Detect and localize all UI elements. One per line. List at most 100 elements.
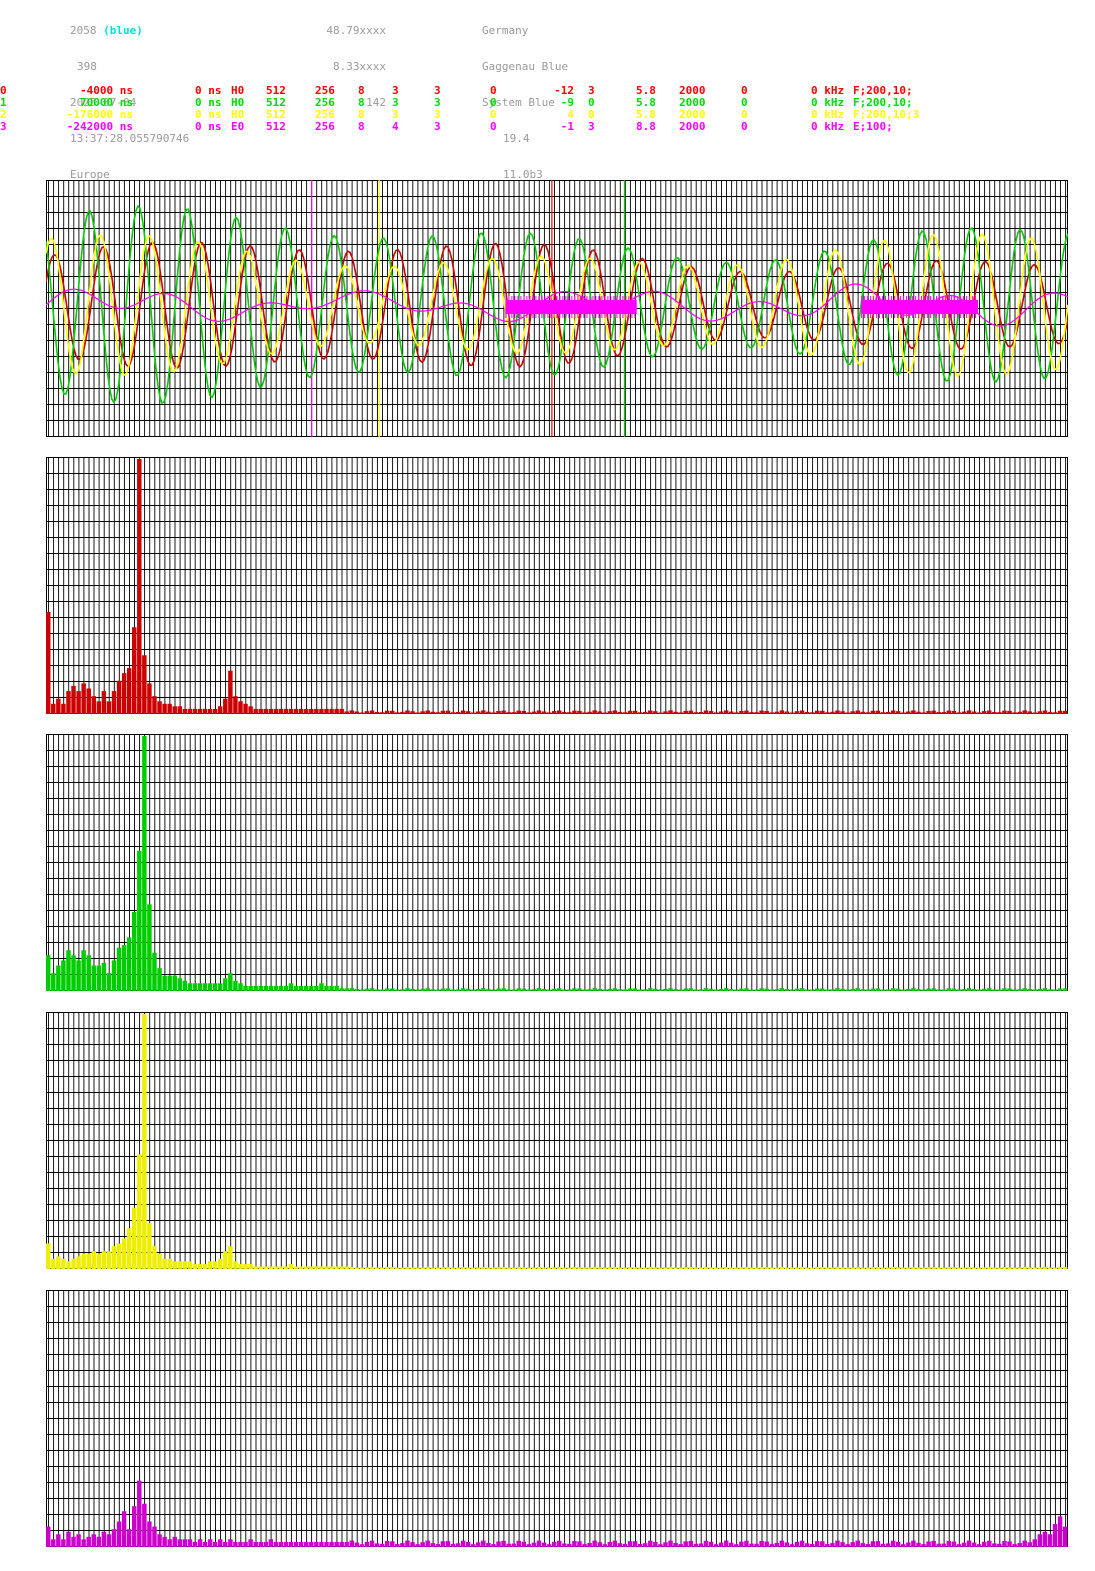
spectrum-bar	[744, 988, 749, 991]
spectrum-bar	[476, 711, 481, 714]
spectrum-bar	[197, 983, 203, 991]
spectrum-bar	[96, 965, 102, 991]
spectrum-bar	[643, 1267, 648, 1269]
spectrum-bar	[648, 710, 653, 714]
spectrum-bar	[66, 1531, 71, 1547]
spectrum-bar	[835, 710, 840, 714]
spectrum-bar	[46, 612, 51, 714]
spectrum-bar	[683, 710, 688, 714]
spectrum-bar	[51, 703, 56, 714]
spectrum-bar	[1062, 710, 1068, 714]
spectrum-bar	[314, 708, 319, 714]
spectrum-bar	[617, 1267, 623, 1269]
spectrum-bar	[56, 1256, 61, 1269]
spectrum-bar	[66, 950, 71, 991]
spectrum-bar	[921, 989, 926, 991]
spectrum-bar	[293, 1266, 299, 1269]
spectrum-bar	[121, 1238, 127, 1269]
spectrum-bar	[987, 1266, 992, 1269]
spectrum-bar	[865, 712, 871, 714]
spectrum-bar	[895, 1267, 901, 1269]
spectrum-bar	[961, 1267, 967, 1269]
spectrum-bar	[1042, 1266, 1048, 1269]
spectrum-bar	[476, 1267, 481, 1269]
spectrum-bar	[51, 973, 56, 991]
spectrum-bar	[455, 1543, 461, 1547]
spectrum-bar	[946, 1267, 952, 1269]
spectrum-bar	[268, 1539, 274, 1547]
spectrum-bar	[516, 1266, 521, 1269]
spectrum-bar	[415, 1544, 420, 1547]
spectrum-bar	[425, 710, 430, 714]
spectrum-bar	[1057, 1516, 1063, 1547]
spectrum-bar	[956, 989, 962, 991]
spectrum-bar	[683, 1541, 688, 1547]
spectrum-bar	[1047, 989, 1053, 991]
spectrum-bar	[496, 1267, 501, 1269]
spectrum-bar	[729, 989, 734, 991]
spectrum-bar	[840, 1267, 845, 1269]
spectrum-bar	[192, 1541, 198, 1547]
spectrum-bar	[1022, 710, 1027, 714]
spectrum-bar	[491, 1544, 496, 1547]
spectrum-bar	[536, 710, 542, 714]
spectrum-bar	[390, 710, 395, 714]
spectrum-bar	[708, 988, 714, 991]
spectrum-bar	[890, 988, 896, 991]
spectrum-bar	[288, 983, 294, 991]
spectrum-bar	[956, 712, 962, 714]
spectrum-bar	[683, 988, 688, 991]
spectrum-bar	[643, 1543, 648, 1547]
spectrum-bar	[218, 706, 223, 714]
spectrum-bar	[880, 712, 886, 714]
gridlines	[46, 1012, 1068, 1269]
spectrum-bar	[992, 712, 997, 714]
spectrum-bar	[531, 989, 537, 991]
spectrum-bar	[870, 710, 876, 714]
spectrum-bar	[233, 1261, 238, 1269]
spectrum-bar	[602, 712, 607, 714]
spectrum-bar	[192, 983, 198, 991]
spectrum-bar	[1027, 1542, 1032, 1547]
spectrum-bar	[1027, 711, 1032, 714]
spectrum-bar	[769, 712, 774, 714]
spectrum-bar	[511, 1267, 516, 1269]
spectrum-bar	[344, 988, 349, 991]
spectrum-bar	[820, 710, 825, 714]
spectrum-bar	[683, 1267, 688, 1269]
spectrum-bar	[663, 1267, 668, 1269]
spectrum-bar	[997, 1267, 1002, 1269]
spectrum-bar	[815, 1267, 820, 1269]
spectrum-bar	[61, 703, 66, 714]
spectrum-bar	[799, 1266, 805, 1269]
spectrum-bar	[182, 980, 188, 991]
spectrum-bar	[435, 712, 441, 714]
spectrum-bar	[491, 1267, 496, 1269]
spectrum-bar	[187, 983, 193, 991]
spectrum-bar	[177, 978, 182, 991]
spectrum-bar	[612, 988, 618, 991]
spectrum-bar	[233, 1541, 238, 1547]
spectrum-bar	[202, 1263, 208, 1269]
spectrum-bar	[713, 989, 719, 991]
spectrum-bar	[177, 706, 182, 714]
spectrum-bar	[804, 1267, 810, 1269]
spectrum-bar	[567, 1267, 572, 1269]
spectrum-bar	[298, 708, 304, 714]
spectrum-bar	[501, 988, 506, 991]
spectrum-bar	[531, 1542, 537, 1547]
spectrum-bar	[359, 989, 365, 991]
spectrum-bar	[228, 670, 233, 714]
spectrum-bar	[941, 989, 946, 991]
spectrum-bar	[551, 1267, 557, 1269]
spectrum-bar	[749, 1267, 754, 1269]
spectrum-bar	[825, 1267, 830, 1269]
spectrum-bar	[754, 712, 759, 714]
spectrum-bar	[491, 712, 496, 714]
grid	[46, 457, 1068, 714]
spectrum-bar	[875, 710, 881, 714]
waveform-chart	[46, 180, 1068, 437]
spectrum-bar	[597, 988, 602, 991]
spectrum-bar	[577, 988, 582, 991]
spectrum-bar	[906, 711, 911, 714]
